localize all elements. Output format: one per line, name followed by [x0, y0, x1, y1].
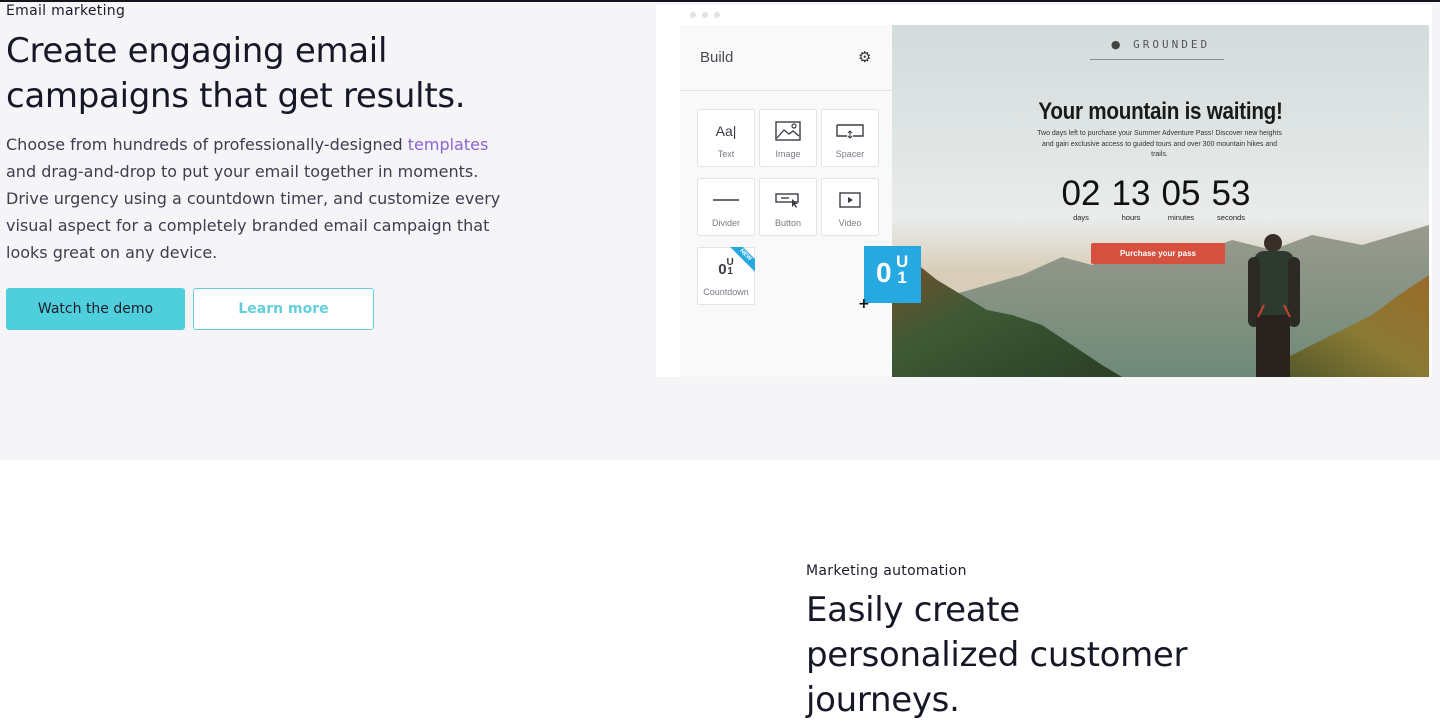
video-icon: [822, 189, 878, 211]
section-eyebrow: Email marketing: [6, 3, 126, 19]
countdown-minutes: 05 minutes: [1161, 174, 1201, 223]
email-subtext: Two days left to purchase your Summer Ad…: [1037, 130, 1282, 158]
gear-icon[interactable]: ⚙: [858, 49, 874, 65]
block-divider[interactable]: Divider: [697, 178, 755, 236]
block-label: Text: [717, 149, 735, 159]
section-description: Choose from hundreds of professionally-d…: [6, 131, 516, 266]
section-eyebrow: Marketing automation: [806, 563, 967, 579]
countdown-days: 02 days: [1061, 174, 1101, 223]
block-label: Spacer: [835, 149, 865, 159]
countdown-timer: 02 days 13 hours 05 minutes 53 seconds: [1060, 174, 1252, 223]
block-video[interactable]: Video: [821, 178, 879, 236]
description-text: Choose from hundreds of professionally-d…: [6, 135, 408, 154]
countdown-seconds: 53 seconds: [1211, 174, 1251, 223]
window-controls: [690, 12, 720, 18]
divider: [680, 90, 892, 91]
heading-line: journeys.: [806, 680, 960, 720]
watch-demo-button[interactable]: Watch the demo: [6, 288, 185, 330]
block-label: Divider: [711, 218, 740, 228]
countdown-icon: U1: [896, 252, 909, 287]
dragged-countdown-block[interactable]: 0 U1: [864, 246, 921, 303]
brand-logo: ● GROUNDED: [1110, 38, 1211, 51]
block-image[interactable]: Image: [759, 109, 817, 167]
brand-underline: [1090, 59, 1224, 60]
block-text[interactable]: Aa | Text: [697, 109, 755, 167]
marketing-automation-section: Marketing automation Easily create perso…: [0, 460, 1440, 725]
section-heading: Create engaging email campaigns that get…: [6, 29, 466, 119]
move-cursor-icon: +: [858, 296, 870, 312]
email-preview: ● GROUNDED Your mountain is waiting! Two…: [892, 25, 1429, 377]
button-icon: [760, 189, 816, 211]
block-countdown[interactable]: 0U1 Countdown NEW: [697, 247, 755, 305]
builder-title: Build: [700, 49, 734, 66]
divider-icon: [698, 189, 754, 211]
block-label: Countdown: [703, 287, 749, 297]
heading-line: Create engaging email: [6, 31, 388, 71]
countdown-hours: 13 hours: [1111, 174, 1151, 223]
text-icon: Aa |: [715, 123, 737, 139]
templates-link[interactable]: templates: [408, 135, 489, 154]
block-label: Video: [838, 218, 862, 228]
builder-panel: Build ⚙ Aa | Text Image Spacer Divider B…: [680, 25, 892, 377]
new-badge: NEW: [729, 247, 755, 273]
heading-line: personalized customer: [806, 635, 1188, 675]
leaf-icon: ●: [1110, 38, 1124, 51]
heading-line: campaigns that get results.: [6, 76, 466, 116]
email-marketing-section: Email marketing Create engaging email ca…: [0, 2, 1440, 460]
image-icon: [760, 120, 816, 142]
email-headline: Your mountain is waiting!: [1038, 98, 1283, 125]
email-builder-mockup: Build ⚙ Aa | Text Image Spacer Divider B…: [656, 5, 1432, 377]
heading-line: Easily create: [806, 590, 1020, 630]
learn-more-button[interactable]: Learn more: [193, 288, 374, 330]
countdown-icon: 0: [876, 257, 892, 288]
spacer-icon: [822, 120, 878, 142]
block-label: Image: [775, 149, 801, 159]
block-label: Button: [774, 218, 802, 228]
block-spacer[interactable]: Spacer: [821, 109, 879, 167]
purchase-pass-button[interactable]: Purchase your pass: [1091, 243, 1225, 264]
block-button[interactable]: Button: [759, 178, 817, 236]
description-text: and drag-and-drop to put your email toge…: [6, 162, 501, 262]
section-heading: Easily create personalized customer jour…: [806, 588, 1188, 723]
